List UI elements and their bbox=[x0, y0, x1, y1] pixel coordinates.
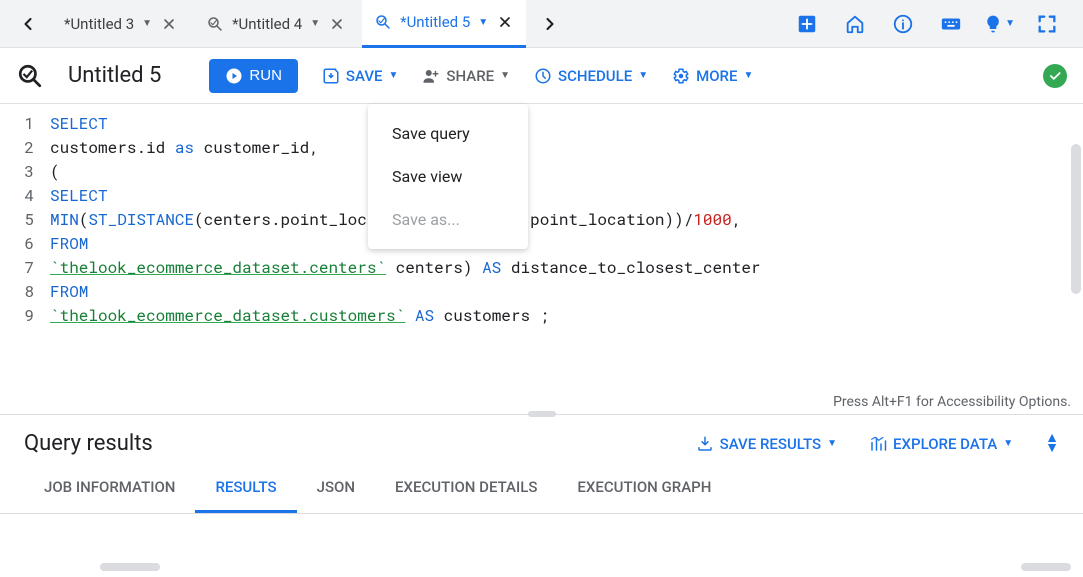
sql-editor[interactable]: 1 2 3 4 5 6 7 8 9 SELECT customers.id as… bbox=[0, 104, 1083, 414]
close-icon[interactable] bbox=[328, 15, 346, 33]
explore-data-button[interactable]: EXPLORE DATA ▼ bbox=[869, 435, 1013, 453]
caret-down-icon: ▼ bbox=[1003, 438, 1013, 449]
resize-handle[interactable] bbox=[528, 411, 556, 417]
tab-nav-next[interactable] bbox=[530, 4, 570, 44]
more-button[interactable]: MORE ▼ bbox=[672, 67, 753, 85]
code-content[interactable]: SELECT customers.id as customer_id, ( SE… bbox=[50, 112, 1083, 328]
query-icon bbox=[16, 62, 44, 90]
status-valid-icon[interactable] bbox=[1043, 64, 1067, 88]
tab-execution-details[interactable]: EXECUTION DETAILS bbox=[375, 464, 557, 513]
tab-untitled-3[interactable]: *Untitled 3 ▼ bbox=[52, 0, 190, 48]
editor-toolbar: Untitled 5 RUN SAVE ▼ SHARE ▼ SCHEDULE ▼… bbox=[0, 48, 1083, 104]
line-gutter: 1 2 3 4 5 6 7 8 9 bbox=[0, 112, 50, 328]
tab-label: *Untitled 5 bbox=[400, 13, 470, 31]
add-tab-button[interactable] bbox=[791, 8, 823, 40]
run-button[interactable]: RUN bbox=[209, 59, 298, 93]
accessibility-hint: Press Alt+F1 for Accessibility Options. bbox=[833, 394, 1071, 410]
home-icon[interactable] bbox=[839, 8, 871, 40]
caret-down-icon[interactable]: ▼ bbox=[142, 18, 152, 29]
keyboard-icon[interactable] bbox=[935, 8, 967, 40]
line-number: 7 bbox=[0, 256, 34, 280]
caret-down-icon: ▼ bbox=[1005, 18, 1015, 29]
tab-nav-prev[interactable] bbox=[8, 4, 48, 44]
line-number: 4 bbox=[0, 184, 34, 208]
save-results-button[interactable]: SAVE RESULTS ▼ bbox=[696, 435, 837, 453]
tab-label: *Untitled 4 bbox=[232, 15, 302, 33]
save-dropdown: Save query Save view Save as... bbox=[368, 104, 528, 249]
caret-down-icon: ▼ bbox=[638, 70, 648, 81]
vertical-scrollbar[interactable] bbox=[1071, 144, 1081, 294]
caret-down-icon[interactable]: ▼ bbox=[310, 18, 320, 29]
tabbar-right: ▼ bbox=[791, 8, 1075, 40]
line-number: 9 bbox=[0, 304, 34, 328]
caret-down-icon[interactable]: ▼ bbox=[478, 17, 488, 28]
schedule-button[interactable]: SCHEDULE ▼ bbox=[534, 67, 648, 85]
more-label: MORE bbox=[696, 67, 737, 85]
line-number: 2 bbox=[0, 136, 34, 160]
fullscreen-icon[interactable] bbox=[1031, 8, 1063, 40]
caret-down-icon: ▼ bbox=[743, 70, 753, 81]
results-tabs: JOB INFORMATION RESULTS JSON EXECUTION D… bbox=[0, 464, 1083, 514]
tab-job-information[interactable]: JOB INFORMATION bbox=[24, 464, 195, 513]
document-title: Untitled 5 bbox=[68, 63, 161, 88]
line-number: 1 bbox=[0, 112, 34, 136]
tab-bar: *Untitled 3 ▼ *Untitled 4 ▼ *Untitled 5 … bbox=[0, 0, 1083, 48]
expand-collapse-button[interactable]: ▲▼ bbox=[1045, 434, 1059, 454]
line-number: 6 bbox=[0, 232, 34, 256]
save-as-item: Save as... bbox=[368, 198, 528, 241]
share-button[interactable]: SHARE ▼ bbox=[422, 67, 510, 85]
tab-results[interactable]: RESULTS bbox=[195, 464, 296, 513]
query-icon bbox=[206, 15, 224, 33]
caret-down-icon: ▼ bbox=[500, 70, 510, 81]
schedule-label: SCHEDULE bbox=[558, 67, 632, 85]
save-results-label: SAVE RESULTS bbox=[720, 435, 822, 453]
tab-untitled-4[interactable]: *Untitled 4 ▼ bbox=[194, 0, 358, 48]
share-label: SHARE bbox=[446, 67, 494, 85]
lightbulb-icon[interactable]: ▼ bbox=[983, 8, 1015, 40]
explore-label: EXPLORE DATA bbox=[893, 435, 997, 453]
close-icon[interactable] bbox=[496, 13, 514, 31]
line-number: 8 bbox=[0, 280, 34, 304]
tab-untitled-5[interactable]: *Untitled 5 ▼ bbox=[362, 0, 526, 48]
save-view-item[interactable]: Save view bbox=[368, 155, 528, 198]
horizontal-scrollbar[interactable] bbox=[0, 563, 1083, 573]
run-label: RUN bbox=[249, 67, 282, 84]
caret-down-icon: ▼ bbox=[827, 438, 837, 449]
results-header: Query results SAVE RESULTS ▼ EXPLORE DAT… bbox=[0, 415, 1083, 464]
line-number: 5 bbox=[0, 208, 34, 232]
line-number: 3 bbox=[0, 160, 34, 184]
save-label: SAVE bbox=[346, 67, 383, 85]
tab-json[interactable]: JSON bbox=[297, 464, 375, 513]
scrollbar-thumb[interactable] bbox=[100, 563, 160, 571]
tab-label: *Untitled 3 bbox=[64, 15, 134, 33]
save-query-item[interactable]: Save query bbox=[368, 112, 528, 155]
tab-execution-graph[interactable]: EXECUTION GRAPH bbox=[557, 464, 731, 513]
info-icon[interactable] bbox=[887, 8, 919, 40]
caret-down-icon: ▼ bbox=[388, 70, 398, 81]
scrollbar-thumb[interactable] bbox=[1021, 563, 1071, 571]
close-icon[interactable] bbox=[160, 15, 178, 33]
save-button[interactable]: SAVE ▼ bbox=[322, 67, 398, 85]
query-icon bbox=[374, 13, 392, 31]
results-title: Query results bbox=[24, 431, 153, 456]
query-results-panel: Query results SAVE RESULTS ▼ EXPLORE DAT… bbox=[0, 414, 1083, 514]
